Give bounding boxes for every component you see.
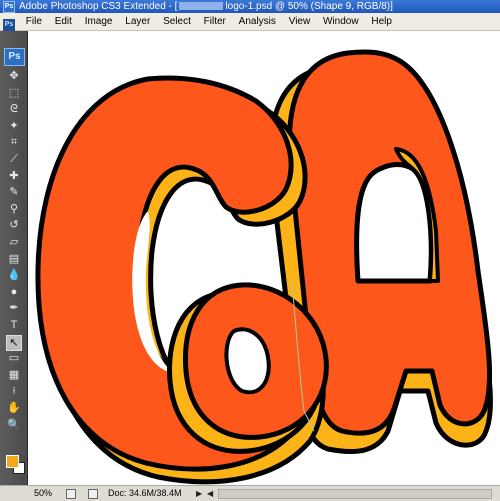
menu-bar: Ps File Edit Image Layer Select Filter A… [0,13,500,31]
horizontal-scrollbar[interactable] [218,489,492,499]
crop-tool-icon[interactable]: ⌗ [7,135,21,149]
type-tool-icon[interactable]: T [7,318,21,332]
scroll-left-arrow-icon[interactable]: ◀ [207,486,213,501]
status-bar: 50% Doc: 34.6M/38.4M ▶ ◀ [0,485,500,501]
lasso-tool-icon[interactable]: ᘓ [7,102,21,116]
healing-brush-tool-icon[interactable]: ✚ [7,169,21,183]
title-bar: Ps Adobe Photoshop CS3 Extended - [ logo-1… [0,0,500,13]
eyedropper-tool-icon[interactable]: ⟊ [7,384,21,398]
zoom-tool-icon[interactable]: 🔍 [7,418,21,432]
menu-select[interactable]: Select [158,13,196,30]
menu-image[interactable]: Image [80,13,118,30]
history-brush-tool-icon[interactable]: ↺ [7,218,21,232]
menu-layer[interactable]: Layer [120,13,155,30]
menu-file[interactable]: File [21,13,47,30]
ga-logo-artwork [35,49,493,485]
marquee-tool-icon[interactable]: ⬚ [7,86,21,100]
blur-tool-icon[interactable]: 💧 [7,268,21,282]
zoom-level[interactable]: 50% [34,486,52,501]
redacted-filename-block [179,2,224,10]
pen-tool-icon[interactable]: ✒ [7,301,21,315]
eraser-tool-icon[interactable]: ▱ [7,235,21,249]
menu-filter[interactable]: Filter [199,13,231,30]
menu-edit[interactable]: Edit [50,13,77,30]
menu-help[interactable]: Help [366,13,397,30]
dodge-tool-icon[interactable]: ● [7,285,21,299]
menu-analysis[interactable]: Analysis [234,13,281,30]
menu-window[interactable]: Window [318,13,364,30]
status-nav-button[interactable] [88,489,98,499]
window-title-suffix: logo-1.psd @ 50% (Shape 9, RGB/8)] [225,1,393,12]
foreground-color-swatch[interactable] [6,455,19,468]
document-canvas[interactable] [28,31,500,485]
magic-wand-tool-icon[interactable]: ✦ [7,119,21,133]
document-size-info: Doc: 34.6M/38.4M [108,488,182,498]
hand-tool-icon[interactable]: ✋ [7,401,21,415]
slice-tool-icon[interactable]: ⟋ [7,152,21,166]
letter-g-bowl-hole [224,327,271,395]
toolbox-panel: Ps ✥ ⬚ ᘓ ✦ ⌗ ⟋ ✚ ✎ ⚲ ↺ ▱ ▤ 💧 ● ✒ T ↖ ▭ ▦ ⟊ ✋ 🔍 [0,31,28,485]
photoshop-menu-logo-icon[interactable]: Ps [3,19,15,31]
path-selection-tool-icon[interactable]: ↖ [6,335,22,351]
status-info-arrow-icon[interactable]: ▶ [196,486,202,501]
menu-view[interactable]: View [284,13,316,30]
photoshop-logo-icon[interactable]: Ps [4,48,25,66]
brush-tool-icon[interactable]: ✎ [7,185,21,199]
move-tool-icon[interactable]: ✥ [7,69,21,83]
photoshop-app-icon: Ps [3,1,15,13]
window-title-prefix: Adobe Photoshop CS3 Extended - [ [19,1,178,12]
status-menu-button[interactable] [66,489,76,499]
notes-tool-icon[interactable]: ▦ [7,368,21,382]
gradient-tool-icon[interactable]: ▤ [7,252,21,266]
clone-stamp-tool-icon[interactable]: ⚲ [7,202,21,216]
rectangle-tool-icon[interactable]: ▭ [7,351,21,365]
